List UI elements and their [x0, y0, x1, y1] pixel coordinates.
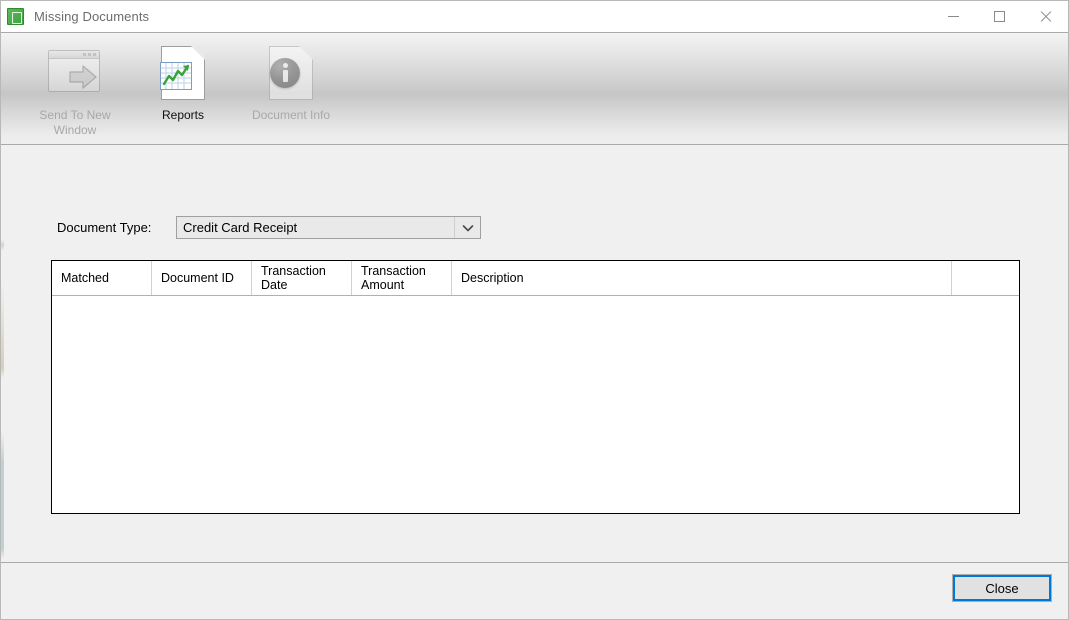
grid-column-header-description[interactable]: Description: [452, 261, 952, 295]
content-area: Document Type: Credit Card Receipt Match…: [1, 145, 1068, 620]
toolbar-item-label: Reports: [161, 108, 205, 122]
document-type-label: Document Type:: [57, 220, 152, 235]
missing-documents-grid[interactable]: Matched Document ID Transaction Date Tra…: [51, 260, 1020, 514]
background-window-edge: [1, 176, 4, 620]
window-title: Missing Documents: [34, 9, 150, 24]
grid-column-header-filler[interactable]: [952, 261, 1019, 295]
toolbar-item-label: Send To New Window: [39, 108, 111, 137]
toolbar-item-send-to-new-window[interactable]: Send To New Window: [21, 38, 129, 138]
document-type-field: Document Type: Credit Card Receipt: [57, 216, 481, 239]
maximize-button[interactable]: [976, 1, 1022, 32]
toolbar-item-document-info[interactable]: Document Info: [237, 38, 345, 123]
grid-column-header-transaction-amount[interactable]: Transaction Amount: [352, 261, 452, 295]
grid-column-header-matched[interactable]: Matched: [52, 261, 152, 295]
grid-column-header-transaction-date[interactable]: Transaction Date: [252, 261, 352, 295]
minimize-button[interactable]: [930, 1, 976, 32]
window-arrow-icon: [46, 44, 104, 102]
maximize-icon: [993, 11, 1005, 22]
grid-header-row: Matched Document ID Transaction Date Tra…: [52, 261, 1019, 296]
document-type-select[interactable]: Credit Card Receipt: [176, 216, 481, 239]
toolbar: Send To New Window Reports Document Info: [1, 32, 1068, 145]
window-close-button[interactable]: [1022, 1, 1068, 32]
close-button[interactable]: Close: [952, 574, 1052, 602]
document-lock-icon: [7, 8, 24, 25]
grid-body[interactable]: [52, 296, 1019, 513]
grid-column-header-document-id[interactable]: Document ID: [152, 261, 252, 295]
missing-documents-window: Missing Documents Send To New Window Rep…: [0, 0, 1069, 620]
close-icon: [1039, 10, 1052, 23]
document-type-value: Credit Card Receipt: [183, 220, 298, 235]
footer-bar: Close: [1, 563, 1068, 619]
chevron-down-icon[interactable]: [454, 217, 480, 238]
title-bar: Missing Documents: [1, 1, 1068, 32]
window-controls: [930, 1, 1068, 32]
minimize-icon: [947, 16, 959, 17]
toolbar-item-reports[interactable]: Reports: [129, 38, 237, 123]
info-document-icon: [262, 44, 320, 102]
toolbar-item-label: Document Info: [251, 108, 331, 122]
chart-document-icon: [154, 44, 212, 102]
